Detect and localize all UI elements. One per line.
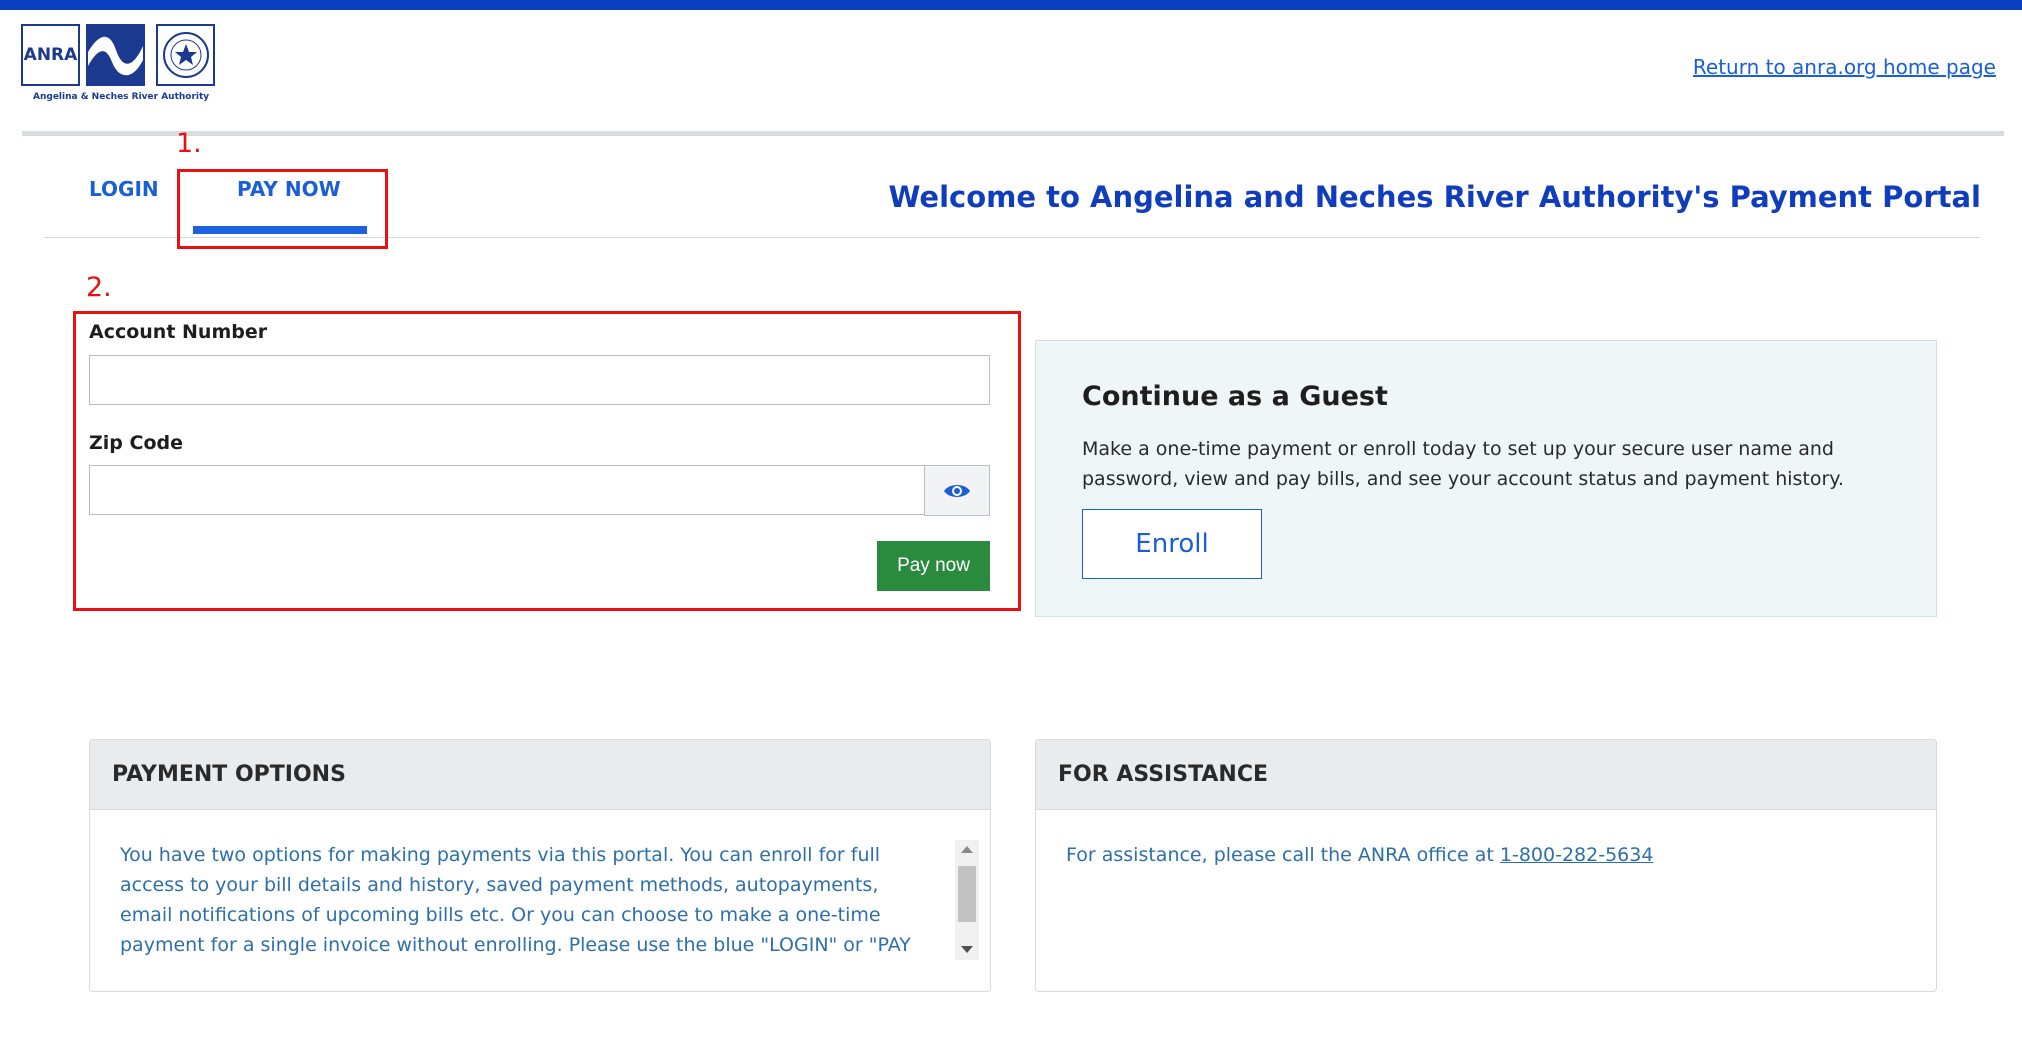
- header-divider: [22, 131, 2004, 136]
- anra-logo[interactable]: ANRA Angelina & Neches River Authority: [21, 24, 217, 104]
- zip-code-label: Zip Code: [89, 432, 183, 454]
- assistance-title: FOR ASSISTANCE: [1058, 762, 1268, 787]
- logo-anra-box: ANRA: [21, 24, 80, 86]
- payment-options-text: You have two options for making payments…: [120, 844, 911, 956]
- annotation-number-1: 1.: [176, 128, 202, 159]
- wave-icon: [86, 24, 145, 86]
- assistance-header: FOR ASSISTANCE: [1036, 740, 1936, 810]
- scroll-up-arrow-icon[interactable]: [961, 846, 973, 853]
- guest-panel: Continue as a Guest Make a one-time paym…: [1035, 340, 1937, 617]
- texas-seal-icon: [156, 24, 215, 86]
- eye-icon: [944, 484, 970, 497]
- payment-options-scrollbar[interactable]: [955, 840, 979, 960]
- phone-link[interactable]: 1-800-282-5634: [1500, 844, 1654, 866]
- top-accent-bar: [0, 0, 2022, 10]
- payment-options-card: PAYMENT OPTIONS You have two options for…: [89, 739, 991, 992]
- return-home-link[interactable]: Return to anra.org home page: [1693, 55, 1996, 79]
- guest-description: Make a one-time payment or enroll today …: [1082, 438, 1844, 490]
- annotation-box-1: [177, 169, 388, 249]
- account-number-input[interactable]: [89, 355, 990, 405]
- assistance-prefix: For assistance, please call the ANRA off…: [1066, 844, 1500, 866]
- show-zip-button[interactable]: [924, 465, 990, 516]
- assistance-text: For assistance, please call the ANRA off…: [1066, 840, 1653, 870]
- tab-login[interactable]: LOGIN: [89, 177, 159, 201]
- scroll-down-arrow-icon[interactable]: [961, 946, 973, 953]
- scroll-thumb[interactable]: [958, 866, 976, 922]
- logo-caption: Angelina & Neches River Authority: [33, 92, 210, 102]
- zip-code-input[interactable]: [89, 465, 925, 515]
- welcome-heading: Welcome to Angelina and Neches River Aut…: [888, 180, 1981, 214]
- guest-title: Continue as a Guest: [1082, 381, 1388, 412]
- payment-options-title: PAYMENT OPTIONS: [112, 762, 346, 787]
- pay-now-button[interactable]: Pay now: [877, 541, 990, 591]
- annotation-number-2: 2.: [86, 272, 112, 303]
- payment-options-header: PAYMENT OPTIONS: [90, 740, 990, 810]
- account-number-label: Account Number: [89, 321, 268, 343]
- assistance-card: FOR ASSISTANCE For assistance, please ca…: [1035, 739, 1937, 992]
- enroll-button[interactable]: Enroll: [1082, 509, 1262, 579]
